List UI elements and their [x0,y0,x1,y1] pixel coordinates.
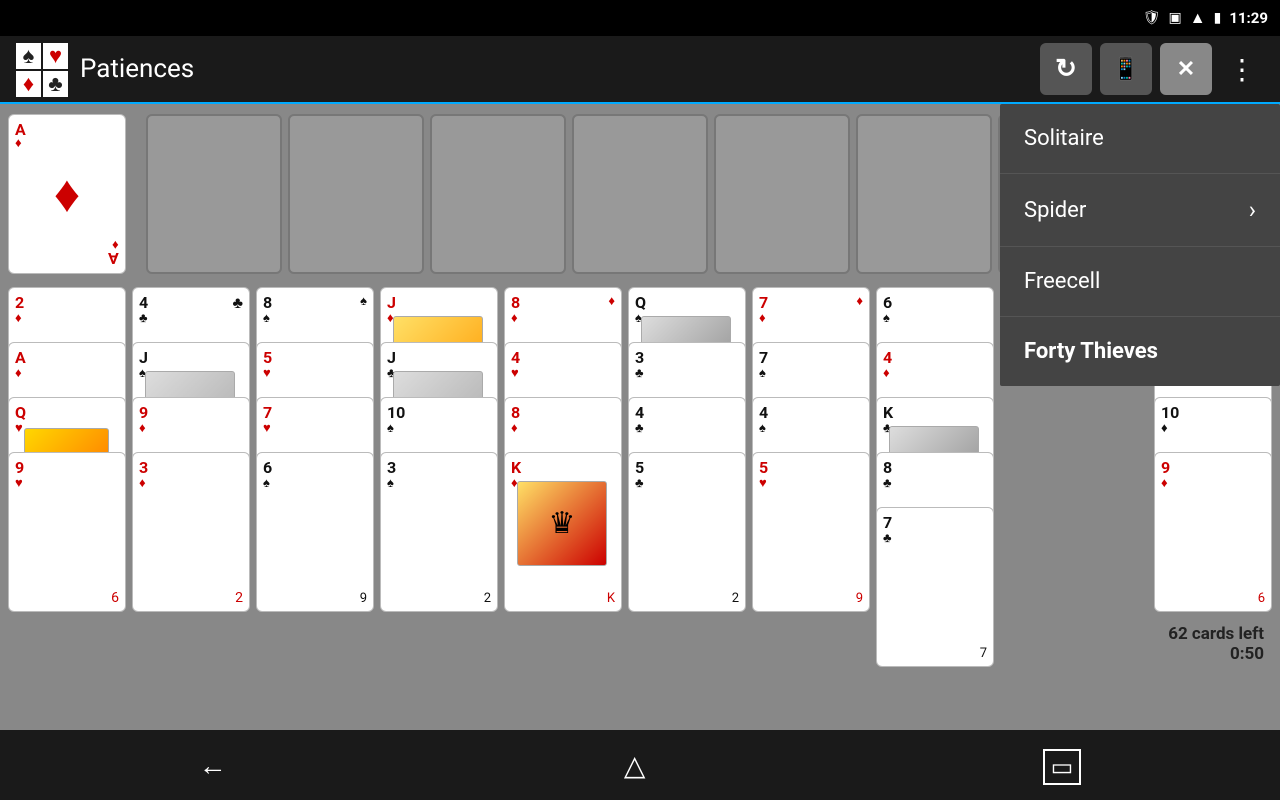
tableau-bottom-col-6[interactable]: Q ♠ 👑 3 ♣ 4 ♣ 5 ♣ 2 [628,287,746,720]
tableau-bottom-col-1[interactable]: 2 ♦ A ♦ Q ♥ 👑 9 ♥ 6 [8,287,126,720]
screenshot-icon: ▣ [1169,10,1182,26]
app-logo: ♠ ♥ ♦ ♣ [16,43,68,95]
menu-item-freecell[interactable]: Freecell [1000,247,1280,317]
tableau-col-3-placeholder [288,114,424,274]
phone-button[interactable]: 📱 [1100,43,1152,95]
game-time: 0:50 [1168,644,1264,664]
back-icon: ← [199,749,227,782]
tableau-bottom-col-2[interactable]: 4 ♣ ♣ J ♠ 🃏 9 ♦ 3 ♦ 2 [132,287,250,720]
wifi-icon: ▲ [1190,8,1206,28]
close-icon: ✕ [1177,57,1195,82]
status-time: 11:29 [1229,9,1268,27]
toolbar-actions: ↻ 📱 ✕ ⋮ [1040,43,1264,95]
tableau-col-6-placeholder [714,114,850,274]
logo-diamond: ♦ [16,71,41,97]
tableau-col-2-placeholder [146,114,282,274]
refresh-icon: ↻ [1055,54,1077,84]
menu-item-spider[interactable]: Spider › [1000,174,1280,247]
tableau-bottom-col-8[interactable]: 6 ♠ 4 ♦ K ♣ ♚ 8 ♣ 7 ♣ 7 [876,287,994,720]
logo-spade: ♠ [16,43,41,69]
cards-left: 62 cards left [1168,624,1264,644]
battery-icon: ▮ [1214,10,1222,26]
tableau-col-7-placeholder [856,114,992,274]
logo-heart: ♥ [43,43,68,69]
menu-item-forty-thieves[interactable]: Forty Thieves [1000,317,1280,386]
home-button[interactable]: △ [604,739,666,792]
nav-bar: ← △ ▭ [0,730,1280,800]
tableau-col-5-placeholder [572,114,708,274]
top-bar: ♠ ♥ ♦ ♣ Patiences ↻ 📱 ✕ ⋮ [0,36,1280,104]
phone-icon: 📱 [1112,57,1139,82]
tableau-bottom-col-7[interactable]: 7 ♦ ♦ 7 ♠ 4 ♠ 5 ♥ 9 [752,287,870,720]
recent-icon: ▭ [1043,749,1082,785]
tableau-bottom-col-3[interactable]: 8 ♠ ♠ 5 ♥ 7 ♥ 6 ♠ 9 [256,287,374,720]
more-icon: ⋮ [1228,53,1256,86]
close-button[interactable]: ✕ [1160,43,1212,95]
app-title: Patiences [80,54,1040,84]
more-button[interactable]: ⋮ [1220,45,1264,94]
status-bar: 🛡 ▣ ▲ ▮ 11:29 [0,0,1280,36]
dropdown-menu[interactable]: Solitaire Spider › Freecell Forty Thieve… [1000,104,1280,386]
menu-item-solitaire[interactable]: Solitaire [1000,104,1280,174]
recent-button[interactable]: ▭ [1023,739,1102,792]
tableau-col-1[interactable]: A ♦ ♦ A ♦ [8,114,140,279]
shield-icon: 🛡 [1143,10,1161,26]
spider-arrow: › [1249,196,1256,224]
refresh-button[interactable]: ↻ [1040,43,1092,95]
tableau-bottom-col-4[interactable]: J ♦ 👸 J ♣ 🃏 10 ♠ 3 ♠ 2 [380,287,498,720]
logo-club: ♣ [43,71,68,97]
bottom-status: 62 cards left 0:50 [1168,624,1264,664]
home-icon: △ [624,749,646,782]
tableau-bottom-col-5[interactable]: 8 ♦ ♦ 4 ♥ 8 ♦ K ♦ ♛ K [504,287,622,720]
back-button[interactable]: ← [179,739,247,792]
tableau-col-4-placeholder [430,114,566,274]
